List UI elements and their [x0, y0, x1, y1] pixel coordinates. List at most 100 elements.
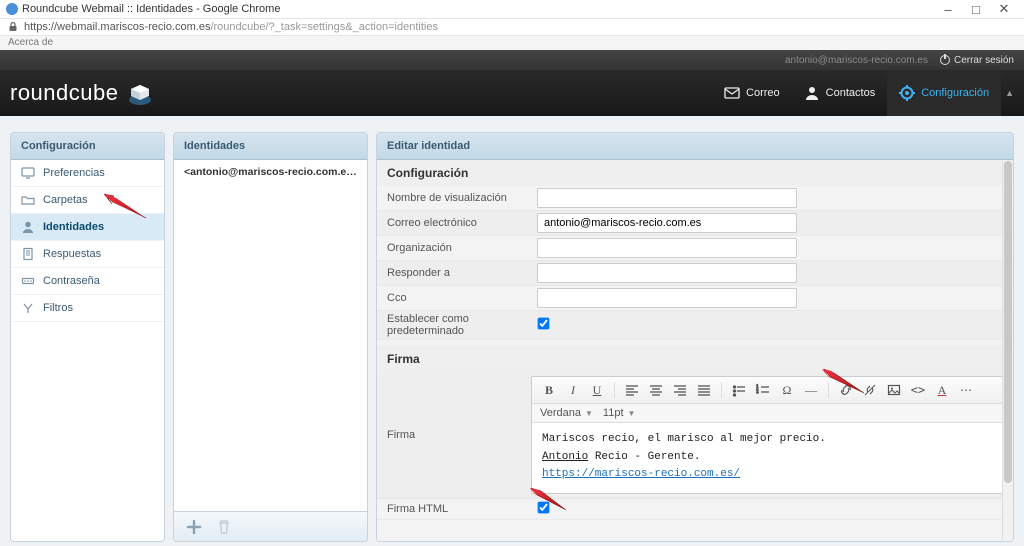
- add-identity-button[interactable]: [184, 517, 204, 537]
- settings-item-label: Carpetas: [43, 194, 88, 206]
- bold-button[interactable]: B: [540, 381, 558, 399]
- rc-navbar: roundcube Correo Contactos Configuración…: [0, 70, 1024, 116]
- image-button[interactable]: [885, 381, 903, 399]
- field-row-htmlsig: Firma HTML: [377, 499, 1013, 520]
- identities-panel: Identidades <antonio@mariscos-recio.com.…: [173, 132, 368, 542]
- more-button[interactable]: ⋯: [957, 381, 975, 399]
- editor-content[interactable]: Mariscos recio, el marisco al mejor prec…: [532, 423, 1008, 493]
- settings-menu-list: Preferencias Carpetas Identidades Respue…: [11, 160, 164, 322]
- settings-item-folders[interactable]: Carpetas: [11, 187, 164, 214]
- logout-link[interactable]: Cerrar sesión: [940, 55, 1014, 66]
- align-right-button[interactable]: [671, 381, 689, 399]
- align-left-button[interactable]: [623, 381, 641, 399]
- nav-caret-icon[interactable]: ▲: [1005, 88, 1014, 98]
- displayname-input[interactable]: [537, 188, 797, 208]
- edit-identity-panel: Editar identidad Configuración Nombre de…: [376, 132, 1014, 542]
- settings-item-identities[interactable]: Identidades: [11, 214, 164, 241]
- omega-button[interactable]: Ω: [778, 381, 796, 399]
- forecolor-button[interactable]: A: [933, 381, 951, 399]
- italic-button[interactable]: I: [564, 381, 582, 399]
- settings-item-preferences[interactable]: Preferencias: [11, 160, 164, 187]
- identities-list: <antonio@mariscos-recio.com.es>: [174, 160, 367, 511]
- font-family-value: Verdana: [540, 407, 581, 419]
- link-button[interactable]: [837, 381, 855, 399]
- browser-about-bar[interactable]: Acerca de: [0, 36, 1024, 50]
- font-size-value: 11pt: [603, 407, 624, 419]
- window-close-button[interactable]: ✕: [990, 1, 1018, 17]
- password-icon: [21, 274, 35, 288]
- settings-menu-title: Configuración: [11, 133, 164, 160]
- lock-icon: [8, 22, 18, 32]
- edit-scroll-area[interactable]: Configuración Nombre de visualización Co…: [377, 160, 1013, 541]
- settings-item-responses[interactable]: Respuestas: [11, 241, 164, 268]
- underline-button[interactable]: U: [588, 381, 606, 399]
- setdefault-checkbox[interactable]: [538, 318, 550, 330]
- delete-identity-button[interactable]: [214, 517, 234, 537]
- htmlsig-label: Firma HTML: [387, 503, 537, 515]
- folder-icon: [21, 193, 35, 207]
- nav-mail[interactable]: Correo: [712, 70, 792, 116]
- settings-item-label: Respuestas: [43, 248, 101, 260]
- email-label: Correo electrónico: [387, 217, 537, 229]
- settings-item-password[interactable]: Contraseña: [11, 268, 164, 295]
- logo-cube-icon: [126, 79, 154, 107]
- edit-identity-title: Editar identidad: [377, 133, 1013, 160]
- editor-toolbar: B I U 12 Ω —: [532, 377, 1008, 404]
- browser-titlebar: Roundcube Webmail :: Identidades - Googl…: [0, 0, 1024, 18]
- replyto-input[interactable]: [537, 263, 797, 283]
- unlink-button[interactable]: [861, 381, 879, 399]
- font-family-select[interactable]: Verdana▼: [540, 407, 593, 419]
- roundcube-logo: roundcube: [10, 79, 154, 107]
- window-maximize-button[interactable]: □: [962, 2, 990, 17]
- toolbar-separator: [721, 382, 722, 398]
- main-content: Configuración Preferencias Carpetas Iden…: [0, 116, 1024, 546]
- identity-item[interactable]: <antonio@mariscos-recio.com.es>: [174, 160, 367, 184]
- field-row-replyto: Responder a: [377, 261, 1013, 286]
- settings-item-label: Contraseña: [43, 275, 100, 287]
- nav-settings[interactable]: Configuración: [887, 70, 1001, 116]
- browser-urlbar[interactable]: https://webmail.mariscos-recio.com.es/ro…: [0, 18, 1024, 36]
- align-center-button[interactable]: [647, 381, 665, 399]
- settings-item-label: Filtros: [43, 302, 73, 314]
- bullet-list-button[interactable]: [730, 381, 748, 399]
- settings-item-filters[interactable]: Filtros: [11, 295, 164, 322]
- filter-icon: [21, 301, 35, 315]
- person-icon: [804, 85, 820, 101]
- monitor-icon: [21, 166, 35, 180]
- setdefault-label: Establecer como predeterminado: [387, 313, 537, 337]
- scrollbar-track[interactable]: [1002, 161, 1012, 540]
- logout-label: Cerrar sesión: [954, 55, 1014, 66]
- numbered-list-button[interactable]: 12: [754, 381, 772, 399]
- bcc-label: Cco: [387, 292, 537, 304]
- app-favicon: [6, 3, 18, 15]
- email-input[interactable]: [537, 213, 797, 233]
- config-section-title: Configuración: [377, 160, 1013, 186]
- htmlsig-checkbox[interactable]: [538, 502, 550, 514]
- signature-line-1: Mariscos recio, el marisco al mejor prec…: [542, 431, 998, 449]
- identities-toolbar: [174, 511, 367, 541]
- nav-contacts-label: Contactos: [826, 87, 876, 99]
- align-justify-button[interactable]: [695, 381, 713, 399]
- font-size-select[interactable]: 11pt▼: [603, 407, 636, 419]
- signature-section-title: Firma: [377, 346, 1013, 372]
- nav-contacts[interactable]: Contactos: [792, 70, 888, 116]
- code-button[interactable]: <>: [909, 381, 927, 399]
- document-icon: [21, 247, 35, 261]
- current-user: antonio@mariscos-recio.com.es: [785, 55, 928, 66]
- toolbar-separator: [614, 382, 615, 398]
- bcc-input[interactable]: [537, 288, 797, 308]
- hr-button[interactable]: —: [802, 381, 820, 399]
- signature-row: Firma B I U: [377, 372, 1013, 499]
- organization-label: Organización: [387, 242, 537, 254]
- field-row-email: Correo electrónico: [377, 211, 1013, 236]
- window-title: Roundcube Webmail :: Identidades - Googl…: [22, 3, 280, 15]
- svg-text:2: 2: [756, 390, 759, 395]
- scrollbar-thumb[interactable]: [1004, 161, 1012, 483]
- identity-icon: [21, 220, 35, 234]
- power-icon: [940, 55, 950, 65]
- field-row-setdefault: Establecer como predeterminado: [377, 311, 1013, 340]
- window-minimize-button[interactable]: –: [934, 2, 962, 17]
- signature-link[interactable]: https://mariscos-recio.com.es/: [542, 468, 740, 480]
- organization-input[interactable]: [537, 238, 797, 258]
- displayname-label: Nombre de visualización: [387, 192, 537, 204]
